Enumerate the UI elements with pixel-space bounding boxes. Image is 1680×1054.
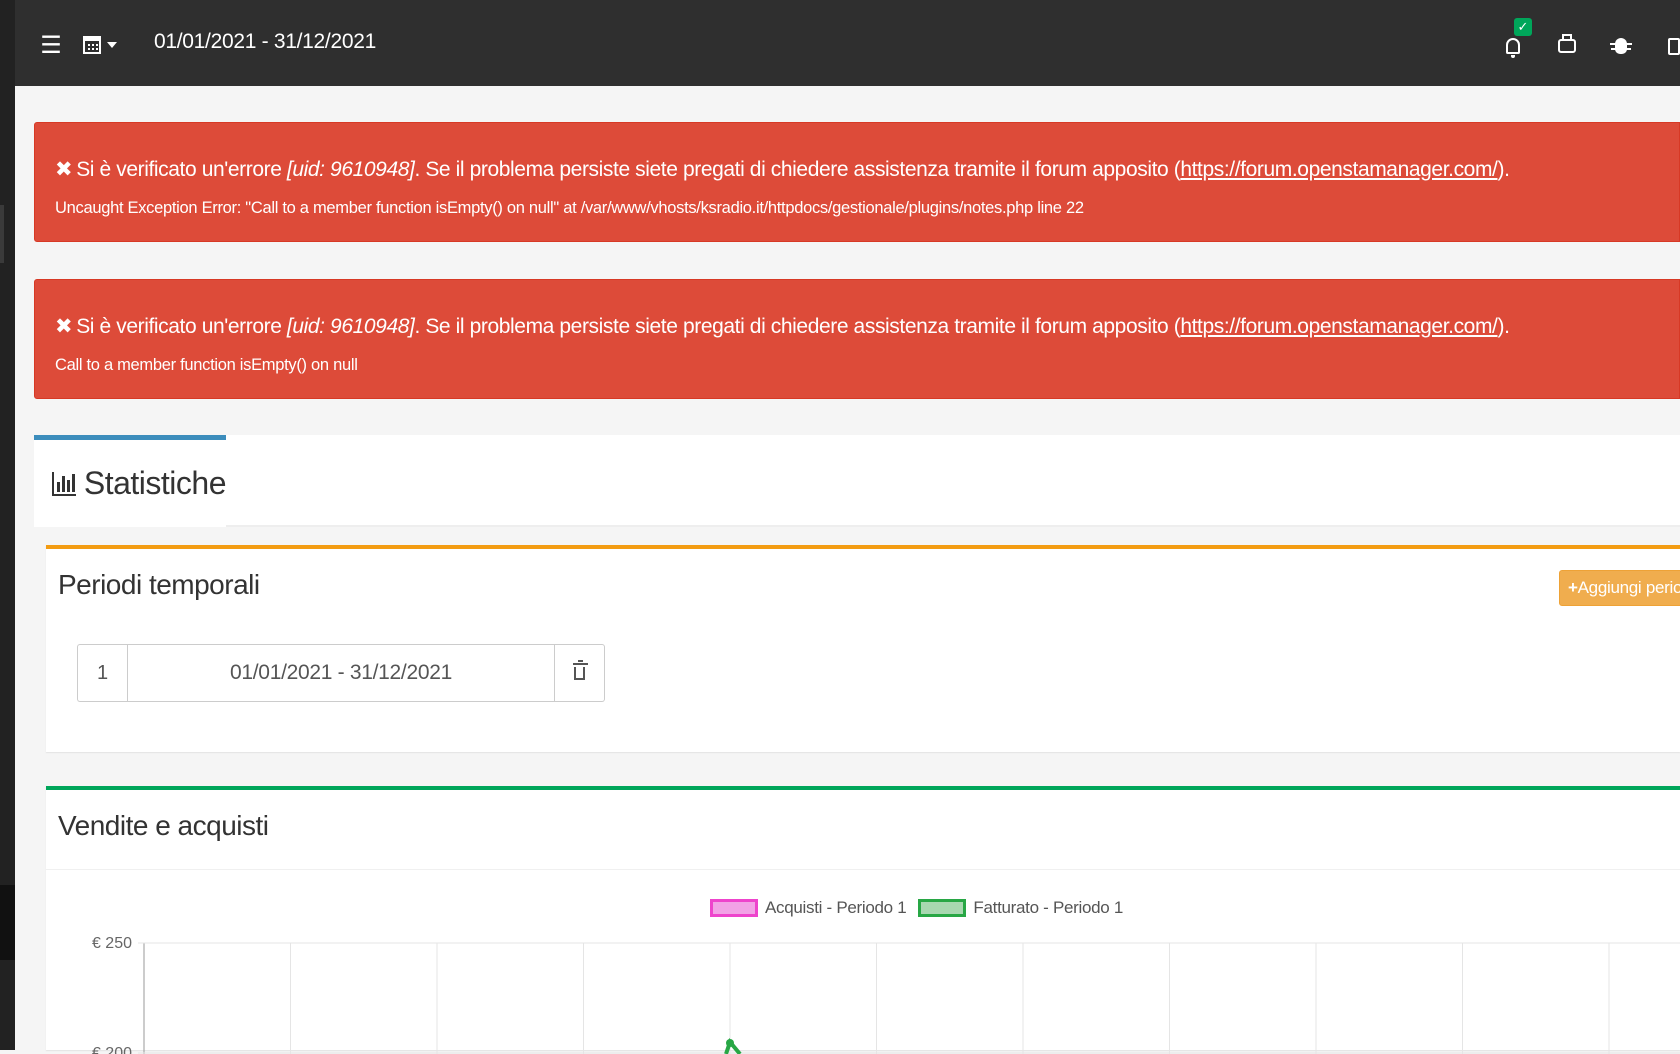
sales-purchases-box: Vendite e acquisti € 250 € 200 Acquisti -… [46,786,1680,1054]
legend-swatch [710,899,758,917]
error-detail: Uncaught Exception Error: "Call to a mem… [55,199,1084,217]
plus-icon: + [1568,578,1578,597]
close-icon: ✖ [55,158,73,181]
bar-chart-icon [52,471,76,496]
sidebar-marker [0,885,15,960]
y-tick-label: € 250 [92,935,132,952]
legend-swatch [918,899,967,917]
calendar-dropdown-button[interactable] [83,28,117,62]
data-point [726,1039,734,1047]
check-badge-icon: ✓ [1514,18,1532,36]
add-period-button[interactable]: +Aggiungi perio [1559,570,1680,606]
navbar-icons: ✓ [1486,18,1680,70]
caret-down-icon [107,42,117,48]
info-button[interactable] [1648,22,1680,70]
period-row: 1 [77,644,605,702]
menu-toggle-icon[interactable]: ☰ [33,28,69,62]
tab-statistiche[interactable]: Statistiche [34,435,227,527]
tab-divider [226,525,1680,527]
sales-chart: € 250€ 200 [92,935,1680,1054]
error-alert: ✖ Si è verificato un'errore [uid: 9610948… [34,279,1680,399]
legend-item[interactable]: Acquisti - Periodo 1 [710,898,907,918]
bell-icon [1506,38,1520,58]
trash-icon [573,659,588,680]
legend-item[interactable]: Fatturato - Periodo 1 [918,898,1123,918]
periods-title: Periodi temporali [58,569,260,600]
notifications-button[interactable]: ✓ [1486,18,1540,70]
periods-box: Periodi temporali +Aggiungi perio 1 [46,545,1680,752]
book-icon [1668,37,1680,55]
top-navbar: ☰ 01/01/2021 - 31/12/2021 ✓ [15,0,1680,86]
printer-icon [1558,34,1576,53]
bug-report-button[interactable] [1594,22,1648,70]
error-message: ✖ Si è verificato un'errore [uid: 9610948… [55,315,1510,338]
forum-link[interactable]: https://forum.openstamanager.com/ [1180,158,1498,181]
chart-legend: Acquisti - Periodo 1 Fatturato - Periodo… [710,898,1123,918]
delete-period-button[interactable] [555,644,605,702]
calendar-icon [83,36,101,54]
print-button[interactable] [1540,22,1594,70]
tab-label: Statistiche [83,465,227,501]
date-range-label[interactable]: 01/01/2021 - 31/12/2021 [154,30,376,54]
sidebar-marker [0,205,4,263]
period-range-input[interactable] [127,644,555,702]
period-index: 1 [77,644,127,702]
tabs: Statistiche [34,435,1680,527]
sidebar-collapsed [0,0,15,1050]
error-message: ✖ Si è verificato un'errore [uid: 9610948… [55,158,1510,181]
forum-link[interactable]: https://forum.openstamanager.com/ [1180,315,1498,338]
bug-icon [1610,38,1632,54]
close-icon: ✖ [55,315,73,338]
error-detail: Call to a member function isEmpty() on n… [55,356,358,374]
error-alert: ✖ Si è verificato un'errore [uid: 9610948… [34,122,1680,242]
